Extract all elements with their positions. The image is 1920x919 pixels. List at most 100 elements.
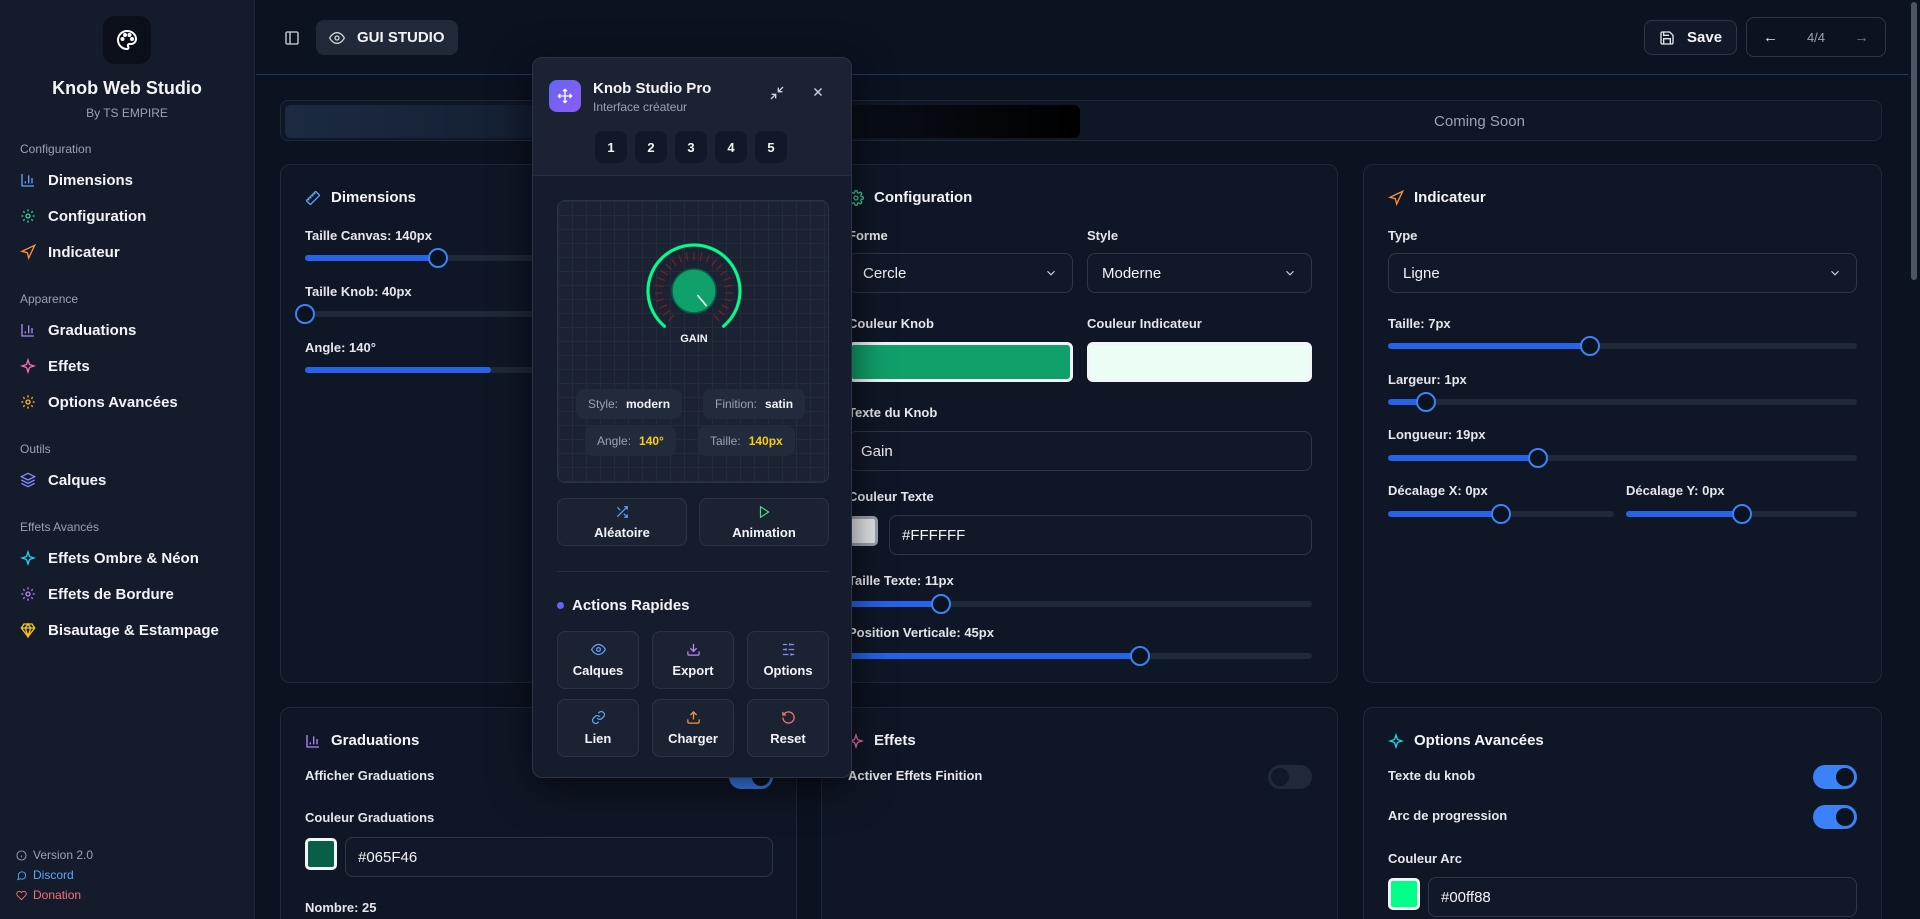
brand: Knob Web Studio By TS EMPIRE: [0, 0, 254, 120]
decalage-y-slider[interactable]: [1626, 504, 1857, 524]
slider-thumb[interactable]: [930, 594, 951, 614]
slider-fill: [1388, 455, 1539, 461]
quick-reset-button[interactable]: Reset: [747, 699, 829, 757]
type-select[interactable]: Ligne: [1388, 253, 1857, 293]
type-label: Type: [1388, 228, 1418, 243]
discord-link[interactable]: Discord: [16, 865, 93, 885]
couleur-texte-input[interactable]: #FFFFFF: [889, 515, 1312, 555]
slider-thumb[interactable]: [1579, 336, 1600, 356]
slider-thumb[interactable]: [1491, 504, 1511, 524]
largeur-slider[interactable]: [1388, 392, 1857, 412]
slider-thumb[interactable]: [1415, 392, 1436, 412]
sidebar-item-dimensions[interactable]: Dimensions: [0, 162, 254, 198]
sparkles-icon: [20, 550, 36, 566]
preset-button-1[interactable]: 1: [595, 131, 627, 163]
slider-thumb[interactable]: [295, 304, 315, 324]
slider-thumb[interactable]: [1528, 448, 1549, 468]
tab-coming-soon[interactable]: Coming Soon: [1081, 105, 1878, 138]
heart-icon: [16, 890, 27, 901]
texte-knob-toggle[interactable]: [1813, 765, 1857, 789]
panel-header[interactable]: Knob Studio Pro Interface créateur 12345: [533, 58, 851, 176]
quick-charger-button[interactable]: Charger: [652, 699, 734, 757]
shuffle-icon: [615, 505, 629, 519]
prev-page-button[interactable]: ←: [1763, 29, 1778, 46]
sidebar-item-bisautage-estampage[interactable]: Bisautage & Estampage: [0, 612, 254, 648]
layers-icon: [20, 472, 36, 488]
sidebar-item-calques[interactable]: Calques: [0, 462, 254, 498]
sidebar-footer: Version 2.0 Discord Donation: [16, 845, 93, 905]
arc-progression-toggle[interactable]: [1813, 805, 1857, 829]
taille-texte-slider[interactable]: [848, 594, 1312, 614]
texte-knob-label: Texte du Knob: [848, 405, 938, 420]
quick-lien-button[interactable]: Lien: [557, 699, 639, 757]
navigation-icon: [1388, 189, 1404, 206]
couleur-indicateur-picker[interactable]: [1087, 342, 1312, 382]
sidebar-item-effets-ombre-n-on[interactable]: Effets Ombre & Néon: [0, 540, 254, 576]
slider-thumb[interactable]: [1731, 504, 1752, 524]
next-page-button[interactable]: →: [1854, 29, 1869, 46]
forme-select[interactable]: Cercle: [848, 253, 1073, 293]
play-icon: [757, 505, 771, 519]
longueur-label: Longueur: 19px: [1388, 427, 1486, 442]
couleur-arc-input[interactable]: #00ff88: [1428, 877, 1857, 917]
preset-button-3[interactable]: 3: [675, 131, 707, 163]
knob-body[interactable]: [671, 268, 717, 314]
random-button[interactable]: Aléatoire: [557, 498, 687, 546]
taille-chip-value: 140px: [748, 434, 783, 448]
toggle-knob: [1271, 768, 1289, 786]
finition-chip-value: satin: [765, 397, 794, 411]
pager: ← 4/4 →: [1746, 17, 1886, 57]
preset-number-row: 12345: [595, 131, 787, 163]
sidebar-item-effets[interactable]: Effets: [0, 348, 254, 384]
sidebar-item-effets-de-bordure[interactable]: Effets de Bordure: [0, 576, 254, 612]
preset-button-2[interactable]: 2: [635, 131, 667, 163]
knob-graduation-tick: [705, 254, 710, 263]
type-value: Ligne: [1403, 264, 1440, 282]
animation-button[interactable]: Animation: [699, 498, 829, 546]
preset-button-4[interactable]: 4: [715, 131, 747, 163]
sidebar-item-options-avanc-es[interactable]: Options Avancées: [0, 384, 254, 420]
quick-export-button[interactable]: Export: [652, 631, 734, 689]
quick-calques-button[interactable]: Calques: [557, 631, 639, 689]
couleur-knob-picker[interactable]: [848, 342, 1073, 382]
sidebar-section-title: Effets Avancés: [20, 520, 99, 534]
knob-graduation-tick: [721, 304, 730, 310]
texte-knob-input[interactable]: Gain: [848, 431, 1312, 471]
longueur-slider[interactable]: [1388, 448, 1857, 468]
position-verticale-slider[interactable]: [848, 646, 1312, 666]
style-label: Style: [1087, 228, 1119, 243]
scrollbar-thumb[interactable]: [1911, 2, 1917, 280]
message-icon: [16, 870, 27, 881]
preset-button-5[interactable]: 5: [755, 131, 787, 163]
sidebar-item-indicateur[interactable]: Indicateur: [0, 234, 254, 270]
page-scrollbar[interactable]: [1908, 0, 1920, 919]
sidebar: Knob Web Studio By TS EMPIRE Configurati…: [0, 0, 255, 919]
knob-graduation-tick: [663, 309, 671, 316]
taille-texte-label: Taille Texte: 11px: [848, 573, 954, 588]
finition-toggle[interactable]: [1268, 765, 1312, 789]
sidebar-item-graduations[interactable]: Graduations: [0, 312, 254, 348]
slider-thumb[interactable]: [1130, 646, 1151, 666]
close-icon[interactable]: [811, 85, 825, 99]
style-select[interactable]: Moderne: [1087, 253, 1312, 293]
couleur-arc-swatch[interactable]: [1388, 878, 1420, 910]
gui-studio-button[interactable]: GUI STUDIO: [316, 20, 458, 55]
sidebar-toggle-button[interactable]: [276, 22, 308, 54]
slider-thumb[interactable]: [428, 248, 449, 268]
knob-graduation-tick: [685, 252, 689, 261]
indicateur-title-text: Indicateur: [1414, 189, 1486, 206]
quick-options-button[interactable]: Options: [747, 631, 829, 689]
bar-chart-icon: [305, 733, 321, 749]
decalage-x-slider[interactable]: [1388, 504, 1614, 524]
couleur-graduations-swatch[interactable]: [305, 838, 337, 870]
save-button[interactable]: Save: [1644, 20, 1738, 55]
couleur-texte-swatch[interactable]: [848, 516, 878, 546]
minimize-icon[interactable]: [769, 85, 785, 101]
knob-graduation-tick: [699, 252, 703, 261]
taille-slider[interactable]: [1388, 336, 1857, 356]
toggle-knob: [1836, 768, 1854, 786]
move-icon[interactable]: [549, 80, 581, 112]
donation-link[interactable]: Donation: [16, 885, 93, 905]
couleur-graduations-input[interactable]: #065F46: [345, 837, 773, 877]
sidebar-item-configuration[interactable]: Configuration: [0, 198, 254, 234]
